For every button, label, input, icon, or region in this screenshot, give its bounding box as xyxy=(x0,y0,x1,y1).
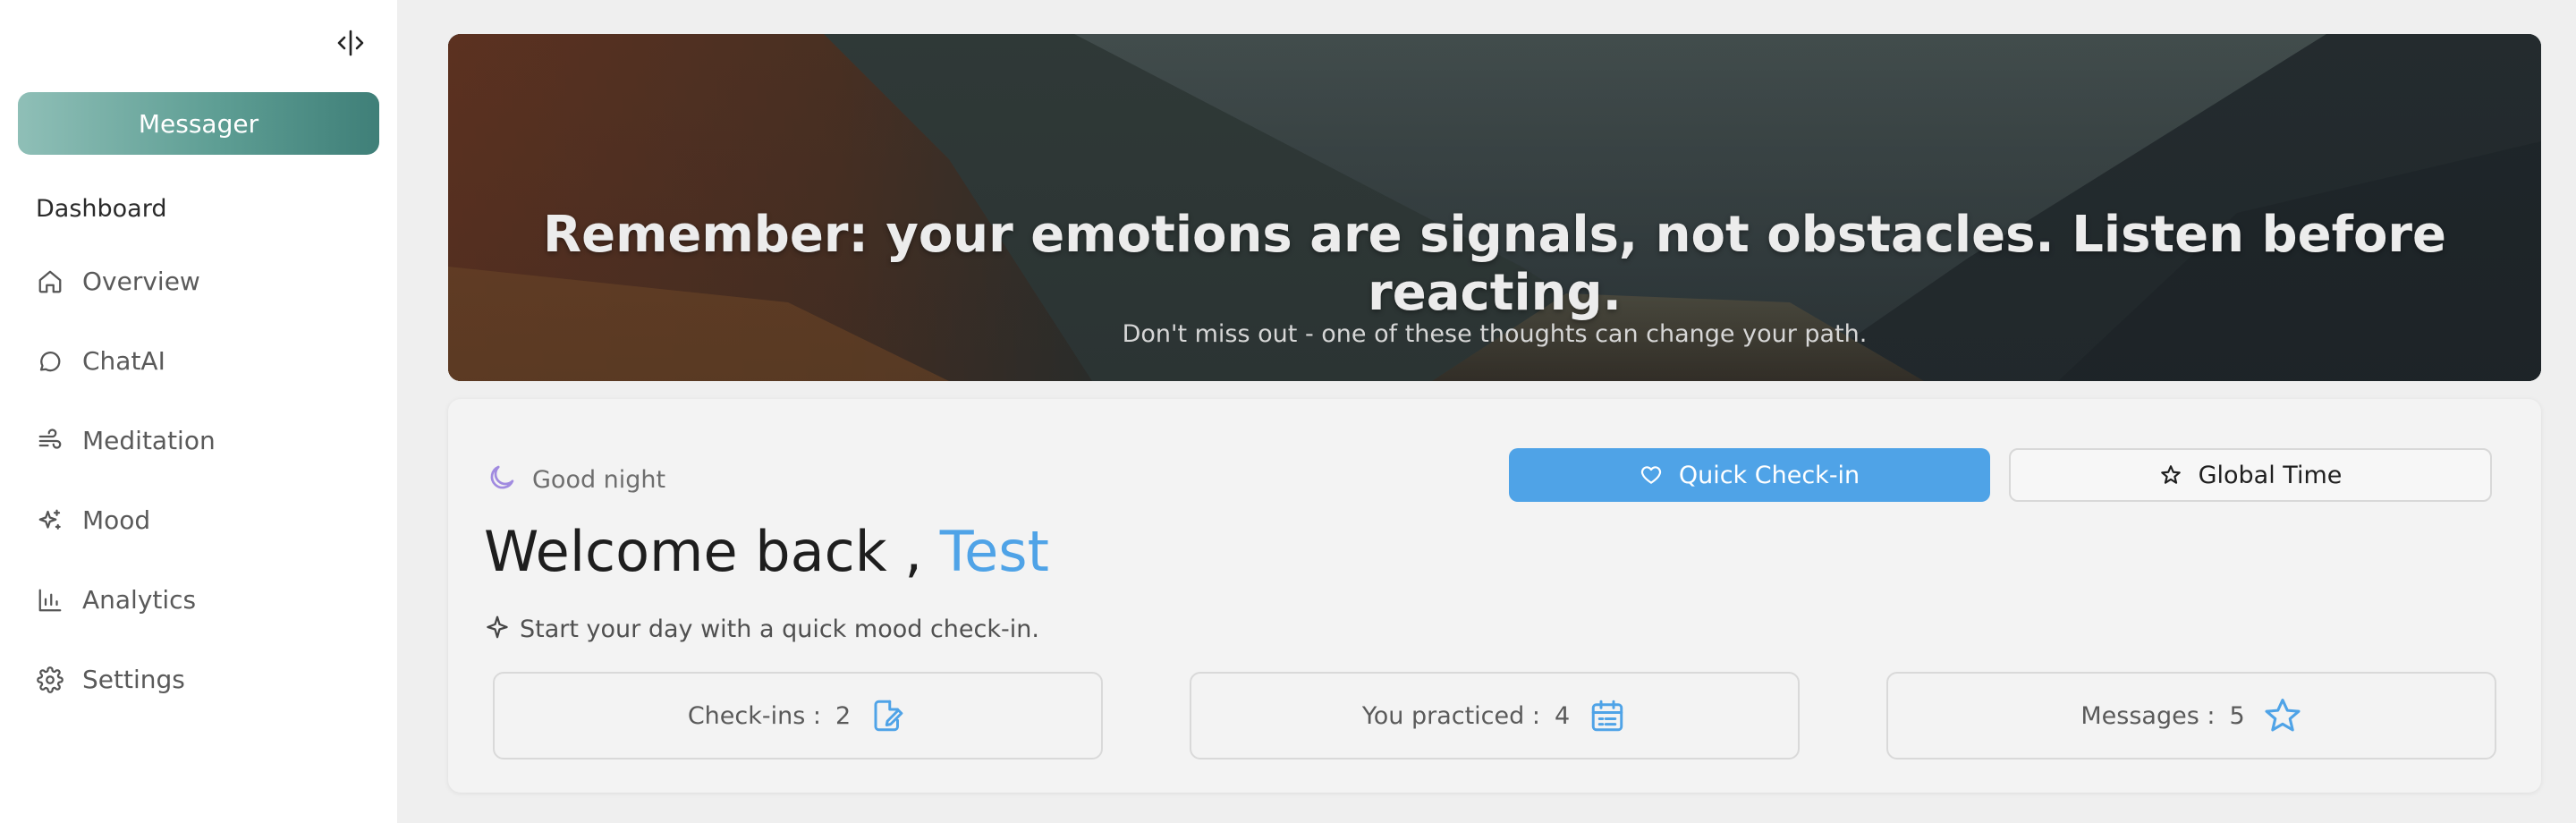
sidebar-item-overview[interactable]: Overview xyxy=(36,242,376,321)
sidebar-item-chatai[interactable]: ChatAI xyxy=(36,321,376,401)
sidebar-item-label: Settings xyxy=(82,665,185,694)
heart-icon xyxy=(1640,463,1663,487)
greeting-text: Good night xyxy=(532,465,666,494)
hero-banner: Remember: your emotions are signals, not… xyxy=(448,34,2541,381)
section-label-dashboard: Dashboard xyxy=(36,195,167,223)
quick-checkin-label: Quick Check-in xyxy=(1678,461,1860,489)
stat-label: You practiced : xyxy=(1361,701,1540,730)
sidebar-item-settings[interactable]: Settings xyxy=(36,640,376,719)
calendar-icon xyxy=(1588,696,1627,735)
stats-row: Check-ins : 2 You practiced : 4 Messages… xyxy=(493,672,2496,759)
stat-label: Messages : xyxy=(2080,701,2216,730)
global-time-label: Global Time xyxy=(2198,461,2343,489)
wind-icon xyxy=(36,427,64,455)
edit-note-icon xyxy=(869,696,908,735)
sidebar-item-meditation[interactable]: Meditation xyxy=(36,401,376,480)
moon-icon xyxy=(486,462,518,497)
greeting: Good night xyxy=(486,462,665,497)
stat-messages: Messages : 5 xyxy=(1886,672,2496,759)
home-icon xyxy=(36,267,64,296)
tagline: Start your day with a quick mood check-i… xyxy=(484,614,1039,644)
stat-value: 4 xyxy=(1554,701,1571,730)
gear-icon xyxy=(36,666,64,694)
sidebar-collapse-icon[interactable] xyxy=(333,27,369,59)
user-name: Test xyxy=(939,519,1049,584)
hero-subtitle: Don't miss out - one of these thoughts c… xyxy=(1122,320,1868,348)
tagline-text: Start your day with a quick mood check-i… xyxy=(520,615,1039,643)
sparkles-icon xyxy=(36,506,64,535)
welcome-heading: Welcome back , Test xyxy=(484,519,1049,584)
stat-practiced: You practiced : 4 xyxy=(1190,672,1800,759)
sidebar-nav: Overview ChatAI Meditation Mood Analytic… xyxy=(36,242,376,719)
stat-value: 5 xyxy=(2229,701,2245,730)
quick-checkin-button[interactable]: Quick Check-in xyxy=(1509,448,1990,502)
welcome-card: Good night Quick Check-in Global Time We… xyxy=(448,399,2541,793)
messager-button[interactable]: Messager xyxy=(18,92,379,155)
global-time-button[interactable]: Global Time xyxy=(2009,448,2492,502)
sidebar-item-label: Mood xyxy=(82,505,151,535)
stat-checkins: Check-ins : 2 xyxy=(493,672,1103,759)
sidebar-item-mood[interactable]: Mood xyxy=(36,480,376,560)
sidebar-item-label: Meditation xyxy=(82,426,216,455)
bar-chart-icon xyxy=(36,586,64,615)
star-icon xyxy=(2263,696,2302,735)
welcome-prefix: Welcome back , xyxy=(484,519,923,584)
sparkle-icon xyxy=(484,614,511,644)
sidebar-item-analytics[interactable]: Analytics xyxy=(36,560,376,640)
stat-label: Check-ins : xyxy=(687,701,821,730)
chat-bubble-icon xyxy=(36,347,64,376)
sidebar-item-label: Analytics xyxy=(82,585,197,615)
sidebar-item-label: ChatAI xyxy=(82,346,165,376)
sidebar-item-label: Overview xyxy=(82,267,200,296)
hero-quote: Remember: your emotions are signals, not… xyxy=(542,206,2447,322)
sidebar: Messager Dashboard Overview ChatAI Medit… xyxy=(0,0,397,823)
stat-value: 2 xyxy=(835,701,852,730)
star-icon xyxy=(2159,463,2182,487)
